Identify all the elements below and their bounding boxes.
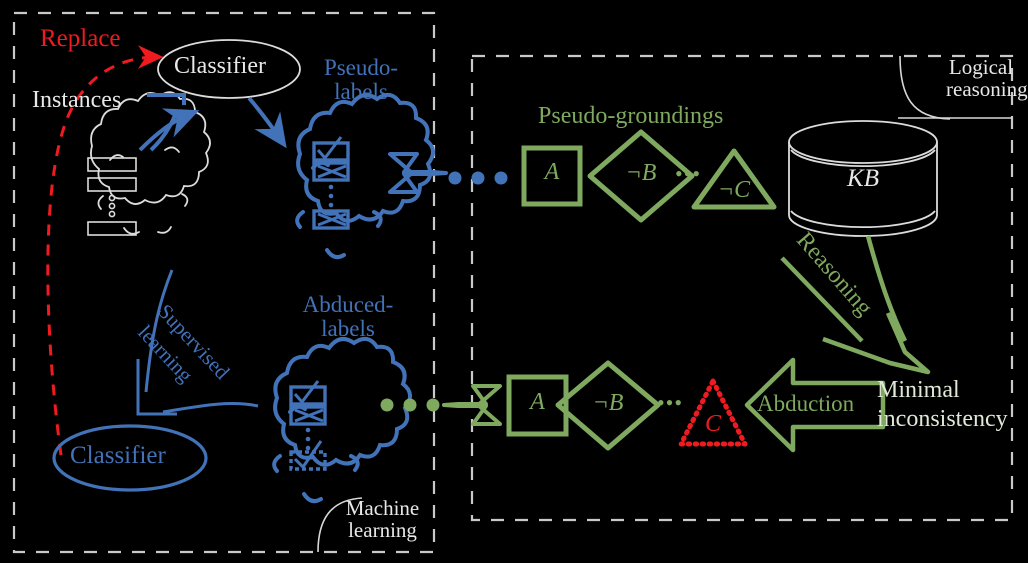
abduced-triangle-C-label: C: [704, 411, 721, 437]
machine-learning-panel-label: Machine learning: [345, 496, 420, 543]
classifier-bottom-label: Classifier: [70, 442, 166, 469]
logical-reasoning-panel-label: Logical reasoning: [946, 55, 1028, 102]
instances-label: Instances: [32, 87, 122, 113]
abduced-labels-cloud: [272, 336, 412, 504]
classifier-to-pseudolabels-arrow: [247, 96, 287, 149]
grounding-ellipsis: •••: [674, 161, 702, 186]
grounding-diamond-notB-label: ¬B: [625, 160, 657, 186]
classifier-top-label: Classifier: [174, 53, 266, 79]
pseudo-groundings-label: Pseudo-groundings: [538, 103, 724, 129]
replace-label: Replace: [40, 25, 121, 52]
minimal-inconsistency-line1: Minimal: [877, 377, 960, 403]
to-ml-chevron-arrow: [442, 384, 502, 426]
minimal-inconsistency-line2: inconsistency: [877, 406, 1008, 432]
instances-to-classifier-elbow: [147, 93, 186, 105]
kb-label: KB: [847, 165, 879, 192]
reasoning-arrow-right-stroke: [865, 235, 908, 342]
diagram-canvas: Replace Instances Classifier Pseudo- lab…: [0, 0, 1028, 563]
abducedlabels-to-classifier-curve: [162, 402, 259, 414]
instances-cloud-items: [87, 157, 137, 236]
to-logic-flow-dots: [448, 171, 508, 185]
grounding-square-A-label: A: [544, 159, 560, 185]
abduced-ellipsis: •••: [656, 390, 684, 415]
diagram-vectors: [12, 11, 1014, 554]
abduced-labels-label: Abduced- labels: [302, 292, 394, 342]
logical-reasoning-label-leader: [899, 55, 951, 120]
abduction-label: Abduction: [757, 391, 855, 416]
grounding-triangle-notC-label: ¬C: [717, 177, 751, 203]
pseudo-labels-label: Pseudo- labels: [323, 55, 399, 105]
instances-cloud: [90, 91, 211, 235]
replace-arrow: [46, 45, 164, 456]
reasoning-arrow-head: [822, 312, 931, 375]
abduced-diamond-notB-label: ¬B: [592, 390, 624, 416]
to-ml-flow-dots: [380, 398, 440, 412]
abduced-square-A-label: A: [530, 389, 545, 415]
